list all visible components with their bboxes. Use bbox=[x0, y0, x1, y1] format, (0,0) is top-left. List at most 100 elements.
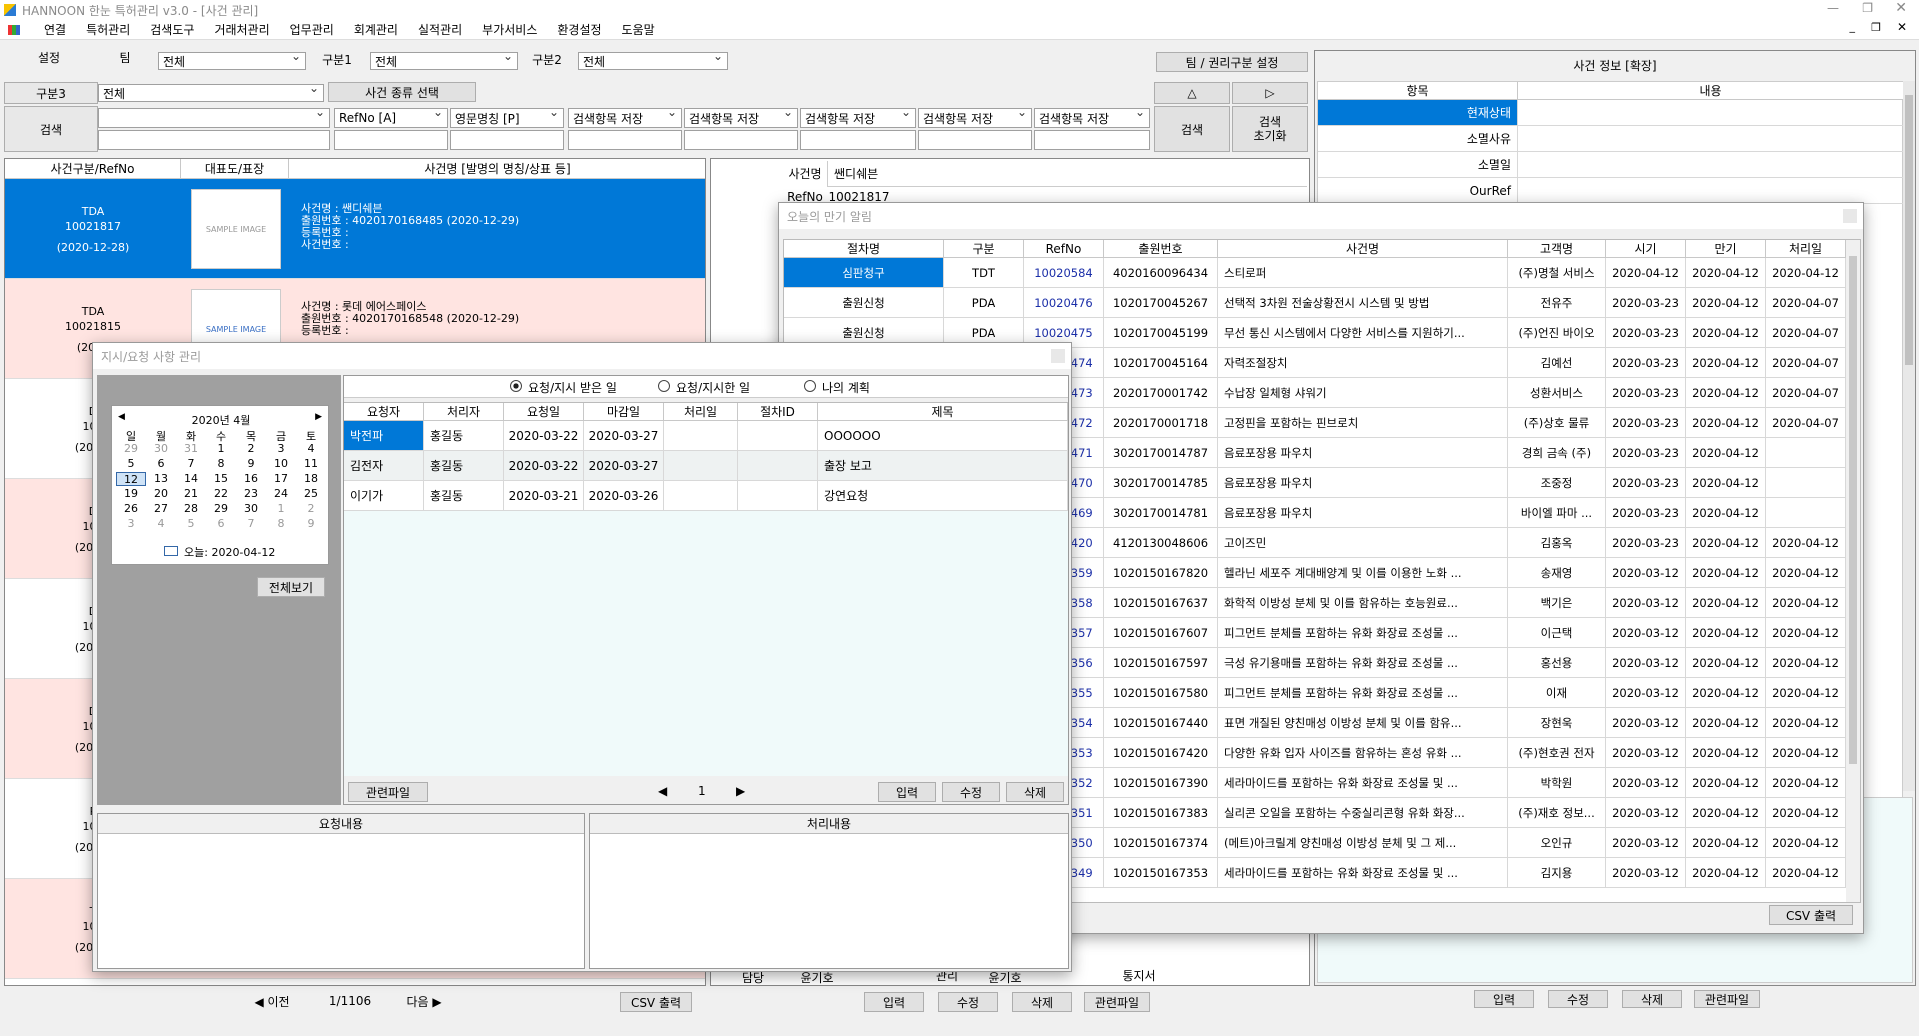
case-info-scrollbar[interactable] bbox=[1903, 81, 1915, 791]
due-cell[interactable]: 4020160096434 bbox=[1104, 258, 1218, 288]
due-cell[interactable]: 2020-04-07 bbox=[1766, 408, 1846, 438]
due-cell[interactable]: 2020-04-12 bbox=[1686, 378, 1766, 408]
due-cell[interactable]: 2020-03-12 bbox=[1606, 558, 1686, 588]
due-cell[interactable]: 2020-04-12 bbox=[1686, 258, 1766, 288]
save-input-4[interactable] bbox=[918, 130, 1032, 150]
due-cell[interactable]: 2020-04-12 bbox=[1686, 408, 1766, 438]
refno-input[interactable] bbox=[334, 130, 448, 150]
due-cell[interactable] bbox=[1766, 438, 1846, 468]
calendar-day[interactable]: 5 bbox=[176, 517, 206, 531]
calendar-day[interactable]: 12 bbox=[116, 472, 146, 486]
due-csv-button[interactable]: CSV 출력 bbox=[1769, 905, 1853, 925]
due-cell[interactable]: 2020-03-12 bbox=[1606, 648, 1686, 678]
due-cell[interactable]: 경희 금속 (주) bbox=[1508, 438, 1606, 468]
due-cell[interactable]: 2020-03-12 bbox=[1606, 678, 1686, 708]
due-cell[interactable]: 표면 개질된 양친매성 이방성 분체 및 이를 함유... bbox=[1218, 708, 1508, 738]
calendar-day[interactable]: 24 bbox=[266, 487, 296, 501]
requests-cell[interactable]: 2020-03-22 bbox=[504, 451, 584, 481]
engname-input[interactable] bbox=[450, 130, 564, 150]
save-select-1[interactable]: 검색항목 저장 bbox=[568, 108, 682, 128]
due-cell[interactable]: 2020-03-12 bbox=[1606, 768, 1686, 798]
calendar-day[interactable]: 4 bbox=[146, 517, 176, 531]
request-content-box[interactable]: 요청내용 bbox=[97, 813, 585, 969]
due-cell[interactable]: 2020-04-12 bbox=[1686, 348, 1766, 378]
requests-cell[interactable] bbox=[664, 481, 738, 511]
due-cell[interactable]: (주)언진 바이오 bbox=[1508, 318, 1606, 348]
due-cell[interactable]: 1020150167607 bbox=[1104, 618, 1218, 648]
due-cell[interactable]: 박학원 bbox=[1508, 768, 1606, 798]
case-info-scroll-thumb[interactable] bbox=[1905, 95, 1913, 365]
due-cell[interactable]: 2020-04-12 bbox=[1686, 558, 1766, 588]
due-cell[interactable]: 바이엘 파마 ... bbox=[1508, 498, 1606, 528]
due-cell[interactable]: 2020-04-12 bbox=[1686, 438, 1766, 468]
due-cell[interactable]: 2020-04-07 bbox=[1766, 348, 1846, 378]
due-cell[interactable]: 이근택 bbox=[1508, 618, 1606, 648]
minimize-icon[interactable]: — bbox=[1827, 1, 1839, 15]
due-cell[interactable]: 2020-04-12 bbox=[1686, 468, 1766, 498]
due-cell[interactable]: 음료포장용 파우치 bbox=[1218, 498, 1508, 528]
due-cell[interactable] bbox=[1766, 468, 1846, 498]
due-cell[interactable]: 2020-04-12 bbox=[1686, 288, 1766, 318]
calendar-day[interactable]: 19 bbox=[116, 487, 146, 501]
due-cell[interactable]: PDA bbox=[944, 288, 1024, 318]
calendar-day[interactable]: 27 bbox=[146, 502, 176, 516]
due-cell[interactable]: 이재 bbox=[1508, 678, 1606, 708]
calendar-day[interactable]: 20 bbox=[146, 487, 176, 501]
prev-page-button[interactable]: ◀ 이전 bbox=[246, 992, 298, 1010]
team-select[interactable]: 전체 bbox=[158, 52, 306, 70]
due-cell[interactable]: TDT bbox=[944, 258, 1024, 288]
requests-close-icon[interactable] bbox=[1051, 349, 1065, 363]
due-cell[interactable]: 2020-04-12 bbox=[1766, 588, 1846, 618]
due-cell[interactable]: 2020-04-12 bbox=[1686, 588, 1766, 618]
due-close-icon[interactable] bbox=[1843, 209, 1857, 223]
menu-item[interactable]: 특허관리 bbox=[76, 20, 140, 40]
due-cell[interactable]: 1020150167440 bbox=[1104, 708, 1218, 738]
case-info-item[interactable]: OurRef bbox=[1318, 178, 1518, 204]
calendar-day[interactable]: 18 bbox=[296, 472, 326, 486]
due-cell[interactable]: 2020-03-12 bbox=[1606, 618, 1686, 648]
calendar-day[interactable]: 23 bbox=[236, 487, 266, 501]
due-cell[interactable]: 10020476 bbox=[1024, 288, 1104, 318]
due-cell[interactable]: 2020-03-23 bbox=[1606, 288, 1686, 318]
calendar-day[interactable]: 2 bbox=[236, 442, 266, 456]
requests-cell[interactable]: 2020-03-27 bbox=[584, 421, 664, 451]
due-cell[interactable] bbox=[1766, 498, 1846, 528]
radio-received[interactable] bbox=[510, 380, 522, 392]
refno-select[interactable]: RefNo [A] bbox=[334, 108, 448, 128]
due-cell[interactable]: 2020-03-23 bbox=[1606, 378, 1686, 408]
due-cell[interactable]: (주)현호권 전자 bbox=[1508, 738, 1606, 768]
requests-cell[interactable]: 2020-03-26 bbox=[584, 481, 664, 511]
due-cell[interactable]: 10020584 bbox=[1024, 258, 1104, 288]
due-cell[interactable]: 다양한 유화 입자 사이즈를 함유하는 혼성 유화 ... bbox=[1218, 738, 1508, 768]
due-cell[interactable]: 출원신청 bbox=[784, 288, 944, 318]
calendar-day[interactable]: 29 bbox=[206, 502, 236, 516]
save-select-5[interactable]: 검색항목 저장 bbox=[1034, 108, 1150, 128]
due-cell[interactable]: 2020-04-12 bbox=[1686, 858, 1766, 888]
radio-sent-label[interactable]: 요청/지시한 일 bbox=[676, 379, 750, 396]
due-cell[interactable]: 헬라닌 세포주 계대배양계 및 이를 이용한 노화 ... bbox=[1218, 558, 1508, 588]
due-cell[interactable]: 송재영 bbox=[1508, 558, 1606, 588]
save-input-5[interactable] bbox=[1034, 130, 1150, 150]
calendar-day[interactable]: 1 bbox=[206, 442, 236, 456]
save-select-3[interactable]: 검색항목 저장 bbox=[800, 108, 916, 128]
calendar-day[interactable]: 8 bbox=[206, 457, 236, 471]
case-info-value[interactable] bbox=[1518, 100, 1904, 126]
radio-plan[interactable] bbox=[804, 380, 816, 392]
requests-cell[interactable] bbox=[738, 421, 818, 451]
calendar-day[interactable]: 8 bbox=[266, 517, 296, 531]
requests-cell[interactable]: 김전자 bbox=[344, 451, 424, 481]
requests-cell[interactable]: 박전파 bbox=[344, 421, 424, 451]
engname-select[interactable]: 영문명칭 [P] bbox=[450, 108, 564, 128]
calendar-day[interactable]: 1 bbox=[266, 502, 296, 516]
due-cell[interactable]: 1020150167420 bbox=[1104, 738, 1218, 768]
due-cell[interactable]: 1020150167374 bbox=[1104, 828, 1218, 858]
calendar-day[interactable]: 21 bbox=[176, 487, 206, 501]
due-cell[interactable]: 2020-04-12 bbox=[1686, 738, 1766, 768]
requests-cell[interactable]: 출장 보고 bbox=[818, 451, 1068, 481]
due-cell[interactable]: 2020-04-07 bbox=[1766, 378, 1846, 408]
due-cell[interactable]: 음료포장용 파우치 bbox=[1218, 468, 1508, 498]
due-cell[interactable]: 고이즈민 bbox=[1218, 528, 1508, 558]
reset-button[interactable]: 검색 초기화 bbox=[1232, 106, 1308, 152]
calendar-day[interactable]: 3 bbox=[116, 517, 146, 531]
due-cell[interactable]: 심판청구 bbox=[784, 258, 944, 288]
